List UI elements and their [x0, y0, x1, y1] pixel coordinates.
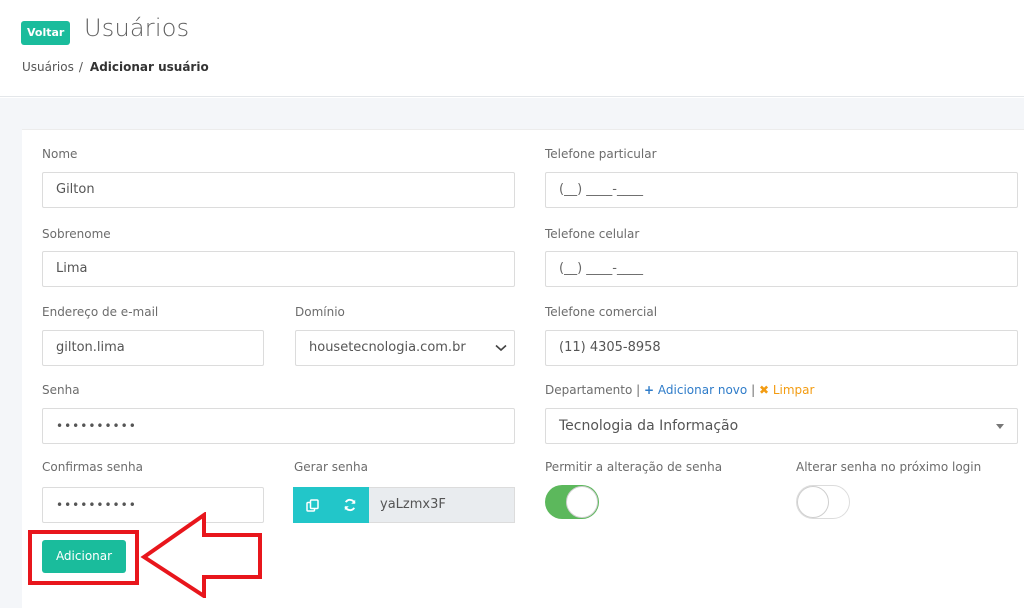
permitir-alteracao-toggle[interactable] [545, 485, 599, 519]
highlight-annotation [28, 530, 139, 585]
dominio-select[interactable]: housetecnologia.com.br [295, 330, 515, 366]
departamento-label: Departamento [545, 383, 633, 397]
plus-icon: + [644, 383, 655, 397]
gerar-senha-group: yaLzmx3F [293, 487, 515, 523]
senha-label: Senha [42, 383, 80, 397]
chevron-down-icon [494, 331, 508, 365]
copy-password-button[interactable] [293, 487, 331, 523]
departamento-separator: | [636, 383, 641, 397]
breadcrumb-current: Adicionar usuário [89, 60, 209, 74]
toggle-knob [566, 486, 598, 518]
refresh-icon [344, 498, 356, 512]
copy-icon [305, 498, 319, 512]
sobrenome-label: Sobrenome [42, 227, 111, 241]
generated-password-output: yaLzmx3F [369, 487, 515, 523]
sobrenome-input[interactable]: Lima [42, 251, 515, 287]
telefone-particular-input[interactable]: (__) ____-____ [545, 172, 1018, 208]
departamento-separator-2: | [751, 383, 756, 397]
departamento-value: Tecnologia da Informação [559, 418, 739, 434]
page-header: Voltar Usuários Usuários / Adicionar usuár… [0, 0, 1024, 97]
back-button[interactable]: Voltar [21, 21, 71, 45]
nome-input[interactable]: Gilton [42, 172, 515, 208]
limpar-label: Limpar [772, 383, 815, 397]
email-input[interactable]: gilton.lima [42, 330, 264, 366]
caret-down-icon [993, 409, 1007, 443]
breadcrumb-parent[interactable]: Usuários [22, 60, 74, 74]
telefone-celular-label: Telefone celular [545, 227, 640, 241]
breadcrumb-separator: / [78, 60, 83, 74]
telefone-comercial-label: Telefone comercial [545, 305, 658, 319]
toggle-knob [797, 486, 829, 518]
permitir-alteracao-label: Permitir a alteração de senha [545, 460, 723, 474]
senha-input[interactable]: •••••••••• [42, 408, 515, 444]
breadcrumb: Usuários / Adicionar usuário [22, 60, 209, 74]
limpar-link[interactable]: ✖ Limpar [759, 383, 815, 397]
arrow-left-annotation [140, 512, 262, 598]
telefone-particular-label: Telefone particular [545, 147, 657, 161]
generate-password-button[interactable] [331, 487, 369, 523]
alterar-proximo-login-label: Alterar senha no próximo login [796, 460, 982, 474]
nome-label: Nome [42, 147, 78, 161]
page-title: Usuários [84, 14, 190, 42]
adicionar-novo-label: Adicionar novo [657, 383, 748, 397]
times-icon: ✖ [758, 383, 769, 397]
email-label: Endereço de e-mail [42, 305, 159, 319]
departamento-label-row: Departamento | + Adicionar novo | ✖ Limp… [545, 383, 814, 397]
dominio-label: Domínio [295, 305, 345, 319]
gerar-senha-label: Gerar senha [294, 460, 368, 474]
telefone-comercial-input[interactable]: (11) 4305-8958 [545, 330, 1018, 366]
alterar-proximo-login-toggle[interactable] [796, 485, 850, 519]
dominio-value: housetecnologia.com.br [309, 340, 466, 355]
departamento-select[interactable]: Tecnologia da Informação [545, 408, 1018, 444]
adicionar-novo-link[interactable]: + Adicionar novo [644, 383, 747, 397]
telefone-celular-input[interactable]: (__) ____-____ [545, 251, 1018, 287]
confirmar-senha-label: Confirmas senha [42, 460, 143, 474]
